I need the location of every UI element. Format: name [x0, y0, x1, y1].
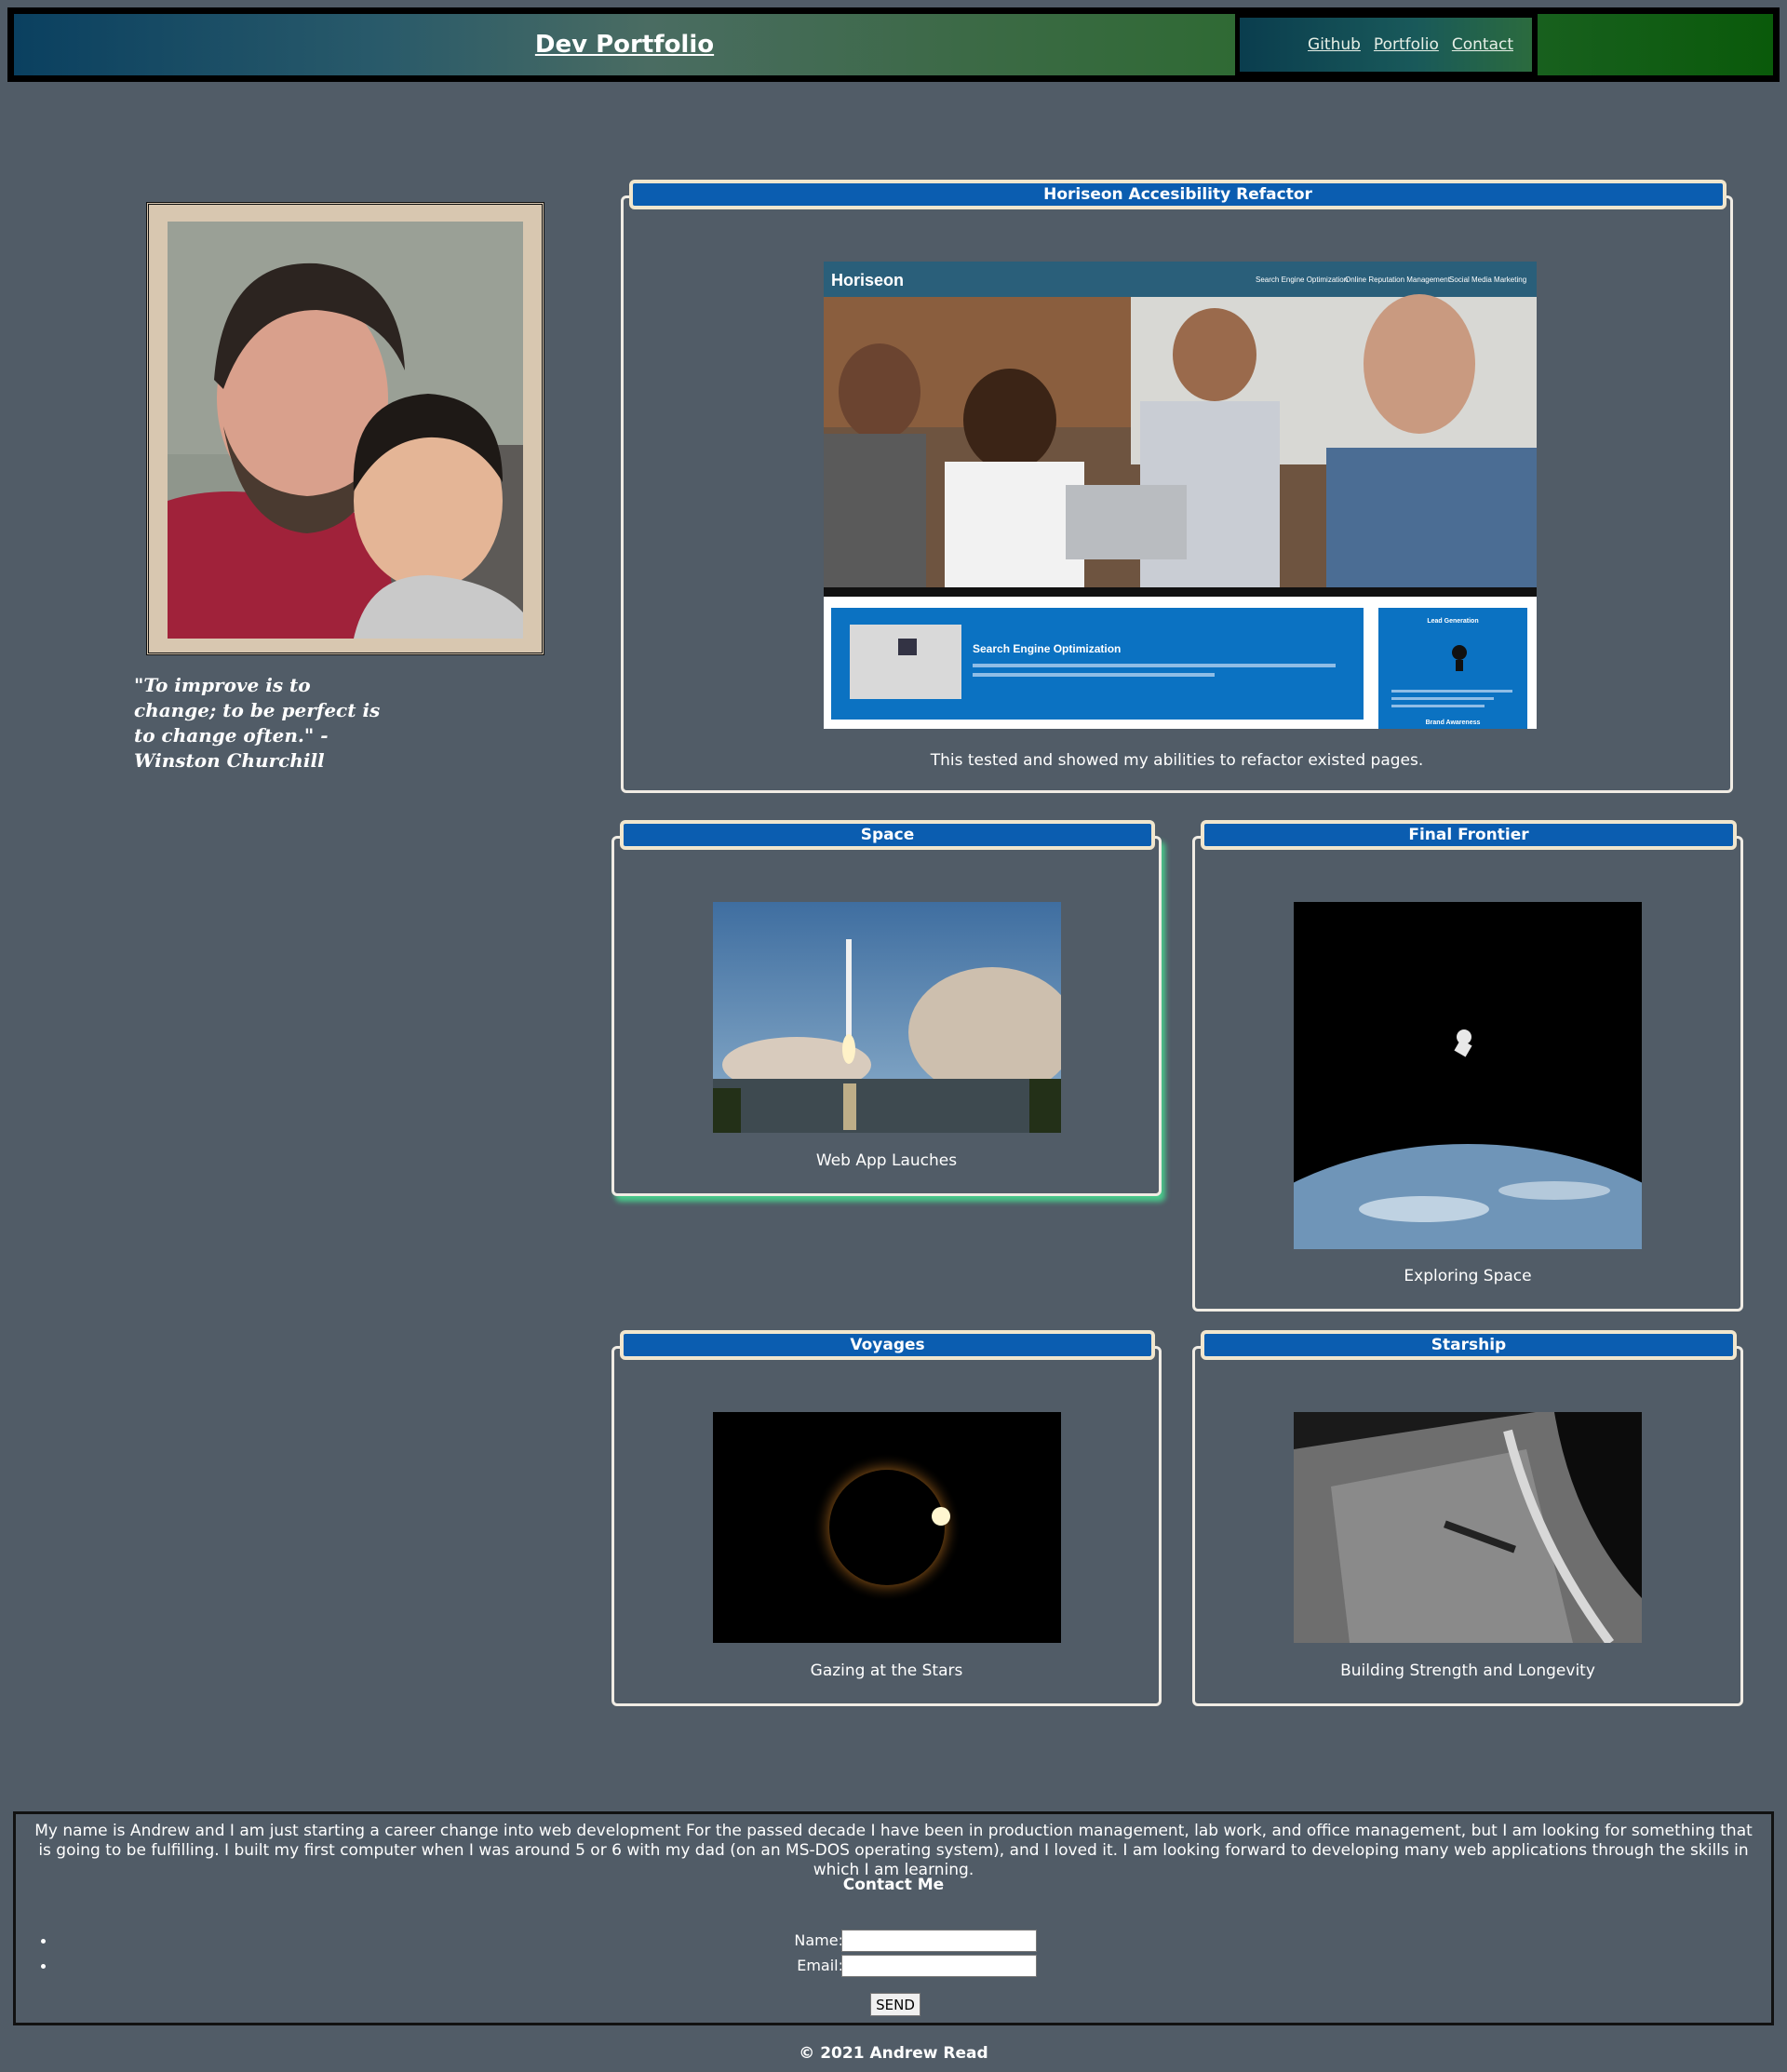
header-banner: Dev Portfolio [14, 14, 1235, 75]
project-image-eclipse [713, 1412, 1061, 1643]
project-title: Voyages [620, 1330, 1155, 1360]
send-button[interactable]: SEND [870, 1993, 920, 2016]
project-caption: Building Strength and Longevity [1340, 1662, 1595, 1680]
email-label: Email: [797, 1957, 843, 1974]
project-card-horiseon[interactable]: Horiseon Accesibility Refactor Horiseon … [621, 180, 1733, 793]
nav-link-portfolio[interactable]: Portfolio [1374, 35, 1439, 54]
project-title: Space [620, 820, 1155, 850]
project-title: Final Frontier [1201, 820, 1737, 850]
footer-copyright: © 2021 Andrew Read [799, 2044, 988, 2063]
project-caption: Web App Lauches [815, 1151, 958, 1170]
project-title: Horiseon Accesibility Refactor [629, 180, 1727, 209]
project-image-horiseon: Horiseon Search Engine Optimization Onli… [824, 262, 1537, 729]
brand-link[interactable]: Dev Portfolio [14, 14, 1235, 75]
site-header: Dev Portfolio Github Portfolio Contact [7, 7, 1780, 82]
header-accent [1538, 14, 1773, 75]
horiseon-nav-2: Online Reputation Management [1345, 276, 1451, 284]
name-label: Name: [794, 1931, 843, 1949]
project-caption: This tested and showed my abilities to r… [930, 751, 1424, 770]
about-section: My name is Andrew and I am just starting… [13, 1811, 1774, 2025]
about-text: My name is Andrew and I am just starting… [34, 1822, 1753, 1879]
horiseon-section-title: Search Engine Optimization [973, 642, 1121, 655]
main-nav: Github Portfolio Contact [1240, 18, 1532, 72]
profile-photo [168, 222, 523, 639]
project-card-space[interactable]: Space Web App Lauches [611, 820, 1162, 1196]
project-image-rocket-launch [713, 902, 1061, 1133]
project-caption: Gazing at the Stars [810, 1662, 963, 1680]
project-card-voyages[interactable]: Voyages Gazing at the Stars [611, 1330, 1162, 1706]
nav-link-github[interactable]: Github [1308, 35, 1361, 54]
horiseon-side-title: Lead Generation [1427, 618, 1478, 625]
profile-quote: "To improve is to change; to be perfect … [134, 674, 381, 772]
horiseon-nav-1: Search Engine Optimization [1256, 276, 1348, 284]
horiseon-nav-3: Social Media Marketing [1449, 276, 1526, 284]
horiseon-logo: Horiseon [831, 271, 904, 289]
horiseon-side-footer: Brand Awareness [1426, 720, 1481, 726]
project-card-starship[interactable]: Starship Building Strength and Longevity [1192, 1330, 1743, 1706]
email-input[interactable] [841, 1955, 1037, 1977]
project-image-astronaut [1294, 902, 1642, 1249]
project-caption: Exploring Space [1404, 1267, 1532, 1285]
contact-list [40, 1930, 57, 1980]
name-input[interactable] [841, 1930, 1037, 1952]
profile-photo-frame [146, 202, 544, 655]
project-card-final-frontier[interactable]: Final Frontier Exploring Space [1192, 820, 1743, 1312]
project-image-spacecraft [1294, 1412, 1642, 1643]
nav-link-contact[interactable]: Contact [1452, 35, 1513, 54]
contact-title: Contact Me [842, 1876, 945, 1894]
project-title: Starship [1201, 1330, 1737, 1360]
